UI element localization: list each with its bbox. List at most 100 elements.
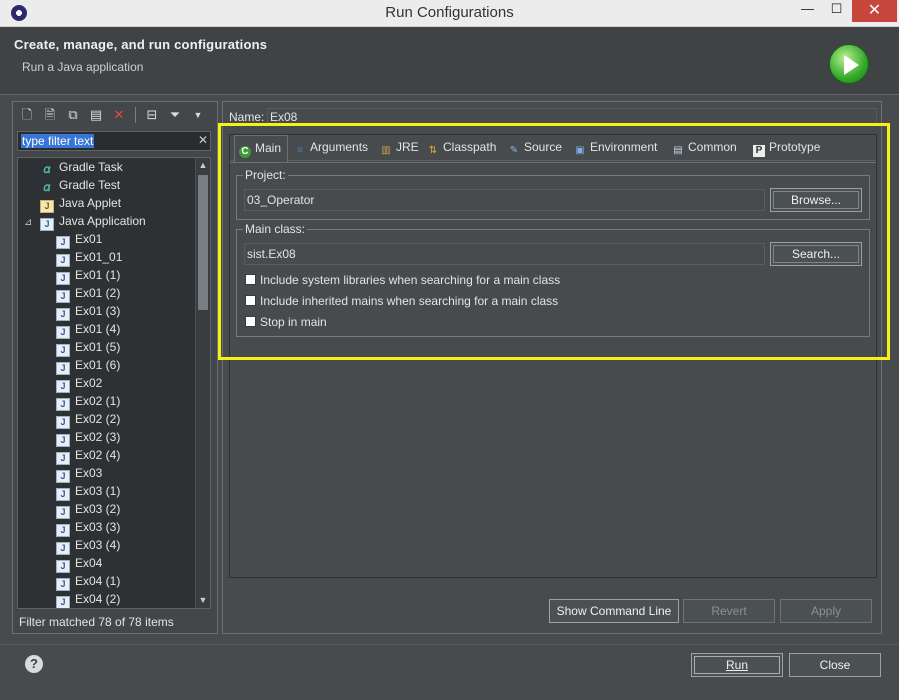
tree-item[interactable]: J Ex01 (4) (56, 322, 120, 340)
footer-divider (0, 644, 899, 645)
project-field[interactable]: 03_Operator (244, 189, 765, 211)
tree-item[interactable]: J Ex03 (1) (56, 484, 120, 502)
minimize-button[interactable]: — (794, 0, 821, 22)
tree-item[interactable]: J Ex03 (2) (56, 502, 120, 520)
tab-classpath[interactable]: ⇅ Classpath (423, 135, 497, 161)
include-system-libraries-checkbox[interactable]: Include system libraries when searching … (245, 273, 560, 289)
tree-item[interactable]: J Ex02 (4) (56, 448, 120, 466)
checkbox-box[interactable] (245, 295, 256, 306)
run-label: Run (725, 658, 748, 672)
tree-item-label: Ex01 (1) (75, 268, 121, 282)
tree-item-label: Java Applet (59, 196, 122, 210)
tree-item[interactable]: J Ex01 (3) (56, 304, 120, 322)
tree-item[interactable]: J Ex01_01 (56, 250, 122, 268)
browse-button[interactable]: Browse... (770, 188, 862, 212)
filter-icon[interactable]: ⏷ (165, 105, 185, 125)
tree-item-label: Ex01 (4) (75, 322, 121, 336)
main-class-field[interactable]: sist.Ex08 (244, 243, 765, 265)
window-titlebar: Run Configurations — ☐ ✕ (0, 0, 899, 27)
tab-label: Main (255, 141, 282, 155)
tree-item[interactable]: J Ex01 (2) (56, 286, 120, 304)
checkbox-box[interactable] (245, 274, 256, 285)
export-icon[interactable]: ▤ (86, 105, 106, 125)
tree-item-label: Gradle Task (59, 160, 123, 174)
close-window-button[interactable]: ✕ (852, 0, 897, 22)
tab-prototype[interactable]: P Prototype (749, 135, 820, 161)
tab-label: JRE (396, 140, 419, 154)
apply-button[interactable]: Apply (780, 599, 872, 623)
java-config-icon: J (56, 470, 70, 483)
tree-category[interactable]: J Java Applet (40, 196, 121, 214)
duplicate-icon[interactable]: ⧉ (63, 105, 83, 125)
revert-button[interactable]: Revert (683, 599, 775, 623)
tab-main[interactable]: C Main (234, 135, 288, 162)
java-config-icon: J (56, 488, 70, 501)
tree-item[interactable]: J Ex03 (3) (56, 520, 120, 538)
scroll-thumb[interactable] (198, 175, 208, 310)
search-label: Search... (791, 247, 841, 261)
scroll-up-icon[interactable]: ▲ (196, 158, 210, 173)
gradle-icon: 𝛼 (43, 162, 51, 176)
tree-item-label: Ex01_01 (75, 250, 123, 264)
new-configuration-icon[interactable]: 🗋 (17, 105, 37, 125)
help-icon[interactable]: ? (25, 655, 43, 673)
jre-tab-icon: ▥ (381, 145, 391, 156)
main-tab-panel: Project: 03_Operator Browse... Main clas… (230, 162, 876, 577)
java-config-icon: J (56, 596, 70, 608)
tree-scrollbar[interactable]: ▲ ▼ (195, 158, 210, 608)
tree-item-label: Ex03 (3) (75, 520, 121, 534)
new-prototype-icon[interactable]: 🗎 (40, 105, 60, 125)
tree-category[interactable]: 𝛼 Gradle Test (40, 178, 121, 196)
maximize-button[interactable]: ☐ (823, 0, 850, 22)
stop-in-main-checkbox[interactable]: Stop in main (245, 315, 327, 331)
tree-item[interactable]: J Ex01 (6) (56, 358, 120, 376)
clear-filter-icon[interactable]: ✕ (198, 133, 208, 147)
tree-item[interactable]: J Ex02 (56, 376, 102, 394)
browse-label: Browse... (790, 193, 841, 207)
tree-item[interactable]: J Ex03 (4) (56, 538, 120, 556)
tree-item-label: Ex01 (6) (75, 358, 121, 372)
tab-jre[interactable]: ▥ JRE (376, 135, 419, 161)
tree-item[interactable]: J Ex04 (1) (56, 574, 120, 592)
checkbox-box[interactable] (245, 316, 256, 327)
tab-common[interactable]: ▤ Common (668, 135, 736, 161)
main-class-group: Main class: sist.Ex08 Search... Include … (236, 222, 870, 337)
search-button[interactable]: Search... (770, 242, 862, 266)
tree-item[interactable]: J Ex01 (5) (56, 340, 120, 358)
project-group: Project: 03_Operator Browse... (236, 168, 870, 220)
java-config-icon: J (56, 452, 70, 465)
tree-item[interactable]: J Ex03 (56, 466, 102, 484)
scroll-down-icon[interactable]: ▼ (196, 593, 210, 608)
tree-item[interactable]: J Ex04 (56, 556, 102, 574)
tab-arguments[interactable]: ≡ Arguments (290, 135, 368, 161)
tree-item[interactable]: J Ex02 (2) (56, 412, 120, 430)
view-menu-icon[interactable]: ▼ (188, 105, 208, 125)
toolbar-separator (135, 107, 136, 123)
filter-status: Filter matched 78 of 78 items (19, 615, 174, 629)
tree-category[interactable]: 𝛼 Gradle Task (40, 160, 123, 178)
tree-item[interactable]: J Ex01 (56, 232, 102, 250)
include-inherited-mains-checkbox[interactable]: Include inherited mains when searching f… (245, 294, 558, 310)
tab-label: Prototype (769, 140, 821, 154)
configuration-editor-pane: Name: Ex08 C Main ≡ Arguments ▥ JRE ⇅ Classp… (222, 101, 882, 634)
tree-item-label: Ex02 (1) (75, 394, 121, 408)
show-command-line-button[interactable]: Show Command Line (549, 599, 679, 623)
collapse-all-icon[interactable]: ⊟ (142, 105, 162, 125)
run-button[interactable]: Run (691, 653, 783, 677)
applet-icon: J (40, 200, 54, 213)
environment-tab-icon: ▣ (575, 145, 585, 156)
close-button[interactable]: Close (789, 653, 881, 677)
delete-icon[interactable]: ✕ (109, 105, 129, 125)
tree-item[interactable]: J Ex02 (3) (56, 430, 120, 448)
prototype-tab-icon: P (753, 145, 765, 157)
name-field[interactable]: Ex08 (267, 108, 877, 126)
tab-environment[interactable]: ▣ Environment (570, 135, 657, 161)
tree-item[interactable]: J Ex04 (2) (56, 592, 120, 608)
filter-input[interactable]: type filter text ✕ (17, 131, 211, 151)
tree-item-label: Ex03 (4) (75, 538, 121, 552)
tab-source[interactable]: ✎ Source (504, 135, 562, 161)
tree-item[interactable]: J Ex01 (1) (56, 268, 120, 286)
tree-category[interactable]: ⊿ J Java Application (24, 214, 146, 232)
collapse-icon[interactable]: ⊿ (24, 218, 33, 228)
tree-item[interactable]: J Ex02 (1) (56, 394, 120, 412)
